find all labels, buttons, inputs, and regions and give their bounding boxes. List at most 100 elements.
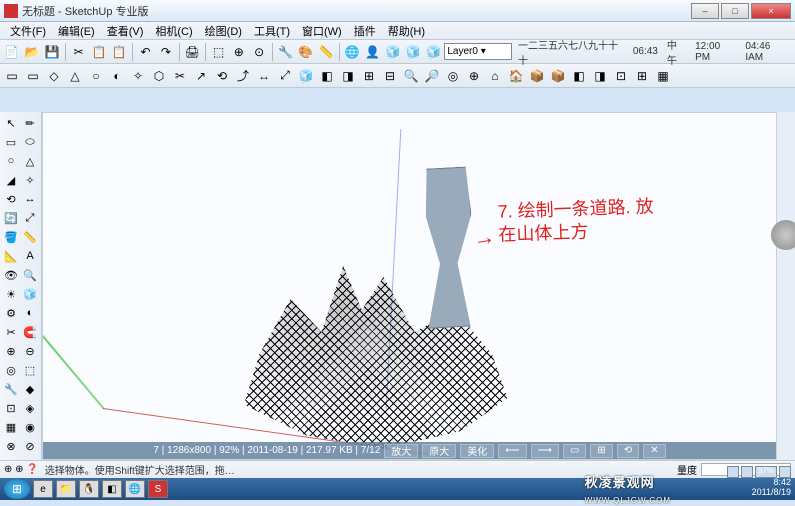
system-tray[interactable]: 97% 8:42 2011/8/19: [727, 466, 791, 498]
toolbar-button[interactable]: 🌐: [343, 42, 362, 62]
close-button[interactable]: ×: [751, 3, 791, 19]
toolbar-button[interactable]: ⟲: [212, 66, 232, 86]
toolbar-button[interactable]: ⊞: [359, 66, 379, 86]
toolbar-button[interactable]: 🏠: [506, 66, 526, 86]
toolbar-button[interactable]: ◧: [317, 66, 337, 86]
toolbar-button[interactable]: ▭: [23, 66, 43, 86]
vp-actual[interactable]: 原大: [422, 444, 456, 458]
menu-edit[interactable]: 编辑(E): [52, 23, 101, 39]
tool-button[interactable]: ○: [2, 152, 20, 170]
toolbar-button[interactable]: ⤴: [233, 66, 253, 86]
vp-zoom-in[interactable]: 放大: [384, 444, 418, 458]
toolbar-button[interactable]: ✂: [170, 66, 190, 86]
tool-button[interactable]: △: [21, 152, 39, 170]
tool-button[interactable]: ✏: [21, 114, 39, 132]
tool-button[interactable]: 👁: [2, 266, 20, 284]
toolbar-button[interactable]: ⤢: [275, 66, 295, 86]
vp-beautify[interactable]: 美化: [460, 444, 494, 458]
start-button[interactable]: ⊞: [4, 479, 30, 499]
toolbar-button[interactable]: ▦: [653, 66, 673, 86]
toolbar-button[interactable]: 🔍: [401, 66, 421, 86]
tray-date[interactable]: 2011/8/19: [727, 488, 791, 498]
toolbar-button[interactable]: ⬚: [209, 42, 228, 62]
task-qq-icon[interactable]: 🐧: [79, 480, 99, 498]
layer-dropdown[interactable]: Layer0 ▾: [444, 43, 512, 60]
road-shape[interactable]: [404, 166, 477, 329]
toolbar-button[interactable]: ◎: [443, 66, 463, 86]
right-scrollbar[interactable]: [777, 112, 795, 460]
task-app-icon[interactable]: ◧: [102, 480, 122, 498]
toolbar-button[interactable]: ⊞: [632, 66, 652, 86]
tool-button[interactable]: ◐: [21, 304, 39, 322]
tool-button[interactable]: ◆: [21, 380, 39, 398]
toolbar-button[interactable]: 🖨: [183, 42, 202, 62]
vp-prev[interactable]: ⟵: [498, 444, 526, 458]
toolbar-button[interactable]: ⌂: [485, 66, 505, 86]
toolbar-button[interactable]: 🔎: [422, 66, 442, 86]
menu-help[interactable]: 帮助(H): [382, 23, 431, 39]
toolbar-button[interactable]: ⊟: [380, 66, 400, 86]
toolbar-button[interactable]: ⬡: [149, 66, 169, 86]
vp-b6[interactable]: ▭: [563, 444, 586, 458]
toolbar-button[interactable]: ✧: [128, 66, 148, 86]
toolbar-button[interactable]: 📄: [2, 42, 21, 62]
toolbar-button[interactable]: ◨: [590, 66, 610, 86]
tool-button[interactable]: ⊘: [21, 437, 39, 455]
tray-icon[interactable]: [727, 466, 739, 478]
tool-button[interactable]: A: [21, 247, 39, 265]
vp-b8[interactable]: ⟲: [617, 444, 639, 458]
toolbar-button[interactable]: 🔧: [276, 42, 295, 62]
menu-tools[interactable]: 工具(T): [248, 23, 296, 39]
task-folder-icon[interactable]: 📁: [56, 480, 76, 498]
tool-button[interactable]: ◈: [21, 399, 39, 417]
toolbar-button[interactable]: △: [65, 66, 85, 86]
viewport[interactable]: → 7. 绘制一条道路. 放 在山体上方 7 | 1286x800 | 92% …: [42, 112, 777, 460]
toolbar-button[interactable]: ◨: [338, 66, 358, 86]
tool-button[interactable]: 🔄: [2, 209, 20, 227]
menu-camera[interactable]: 相机(C): [149, 23, 198, 39]
toolbar-button[interactable]: ▭: [2, 66, 22, 86]
tool-button[interactable]: ⚙: [2, 304, 20, 322]
tool-button[interactable]: ⊕: [2, 342, 20, 360]
toolbar-button[interactable]: ⊕: [464, 66, 484, 86]
task-browser-icon[interactable]: 🌐: [125, 480, 145, 498]
status-icons[interactable]: ⊕ ⊕ ❓: [4, 464, 39, 475]
vp-b7[interactable]: ⊞: [590, 444, 612, 458]
toolbar-button[interactable]: ↷: [156, 42, 175, 62]
tool-button[interactable]: ⤢: [21, 209, 39, 227]
toolbar-button[interactable]: ↗: [191, 66, 211, 86]
tool-button[interactable]: ✧: [21, 171, 39, 189]
tool-button[interactable]: ☀: [2, 285, 20, 303]
toolbar-button[interactable]: ↔: [254, 66, 274, 86]
tool-button[interactable]: 🧊: [21, 285, 39, 303]
vp-close[interactable]: ✕: [643, 444, 665, 458]
toolbar-button[interactable]: 🧊: [424, 42, 443, 62]
tool-button[interactable]: ◎: [2, 361, 20, 379]
nav-orb[interactable]: [771, 220, 795, 250]
toolbar-button[interactable]: 📂: [22, 42, 41, 62]
toolbar-button[interactable]: 💾: [43, 42, 62, 62]
toolbar-button[interactable]: 📦: [527, 66, 547, 86]
toolbar-button[interactable]: 🧊: [383, 42, 402, 62]
toolbar-button[interactable]: ◇: [44, 66, 64, 86]
tool-button[interactable]: ⊡: [2, 399, 20, 417]
toolbar-button[interactable]: 📏: [316, 42, 335, 62]
tool-button[interactable]: ◢: [2, 171, 20, 189]
menu-file[interactable]: 文件(F): [4, 23, 52, 39]
toolbar-button[interactable]: 👤: [363, 42, 382, 62]
tool-button[interactable]: ◉: [21, 418, 39, 436]
toolbar-button[interactable]: 📋: [110, 42, 129, 62]
tool-button[interactable]: ↔: [21, 190, 39, 208]
task-sketchup-icon[interactable]: S: [148, 480, 168, 498]
tool-button[interactable]: ⟲: [2, 190, 20, 208]
tool-button[interactable]: 🔧: [2, 380, 20, 398]
toolbar-button[interactable]: ⊕: [229, 42, 248, 62]
tool-button[interactable]: 🪣: [2, 228, 20, 246]
toolbar-button[interactable]: ↶: [136, 42, 155, 62]
toolbar-button[interactable]: ◐: [107, 66, 127, 86]
tool-button[interactable]: ▦: [2, 418, 20, 436]
toolbar-button[interactable]: ⊙: [249, 42, 268, 62]
tool-button[interactable]: 📏: [21, 228, 39, 246]
toolbar-button[interactable]: 📦: [548, 66, 568, 86]
toolbar-button[interactable]: 🧊: [404, 42, 423, 62]
